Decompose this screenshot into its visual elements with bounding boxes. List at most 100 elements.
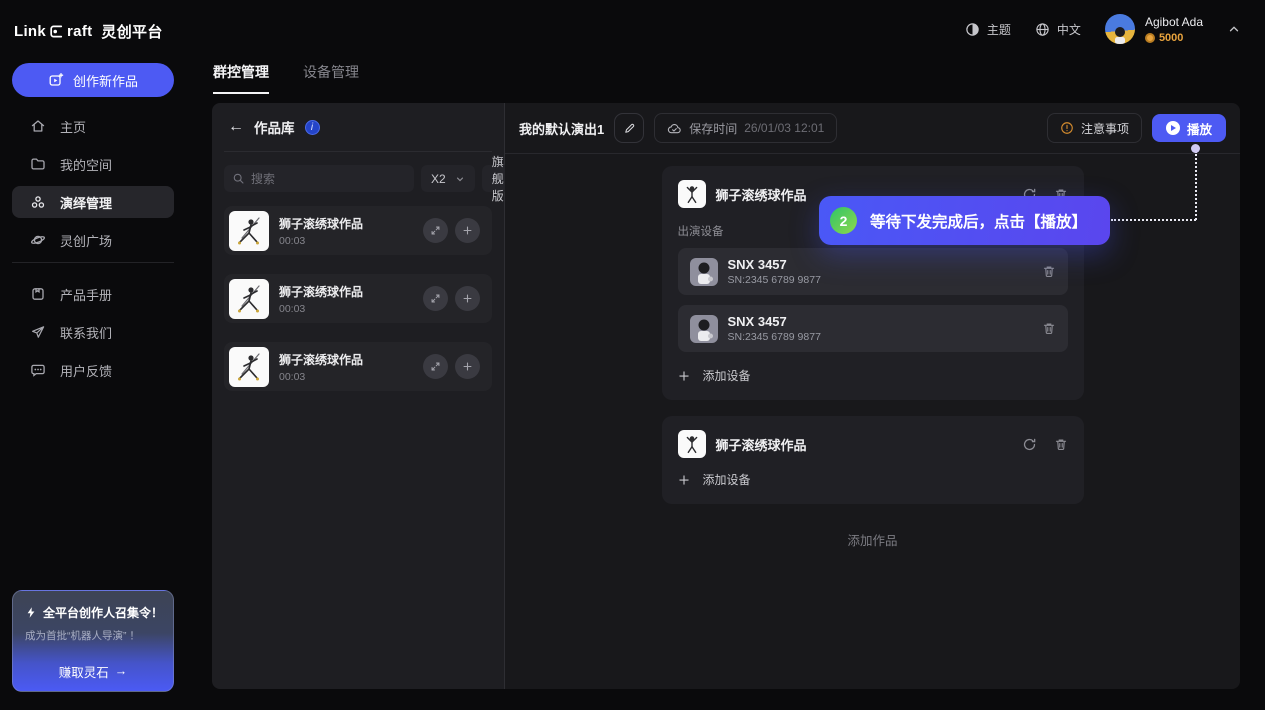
theme-toggle[interactable]: 主题 (965, 21, 1011, 38)
stage-header-divider (505, 153, 1240, 154)
main-panel: ← 作品库 i X2 (212, 103, 1240, 689)
play-label: 播放 (1187, 119, 1212, 138)
play-button[interactable]: 播放 (1152, 114, 1226, 142)
sidebar-item-performance-management[interactable]: 演绎管理 (12, 186, 174, 218)
chevron-down-icon (455, 174, 465, 184)
plus-icon (678, 370, 690, 382)
bolt-icon (25, 606, 37, 619)
device-serial: SN:2345 6789 9877 (728, 331, 821, 343)
notice-button[interactable]: 注意事项 (1047, 113, 1142, 143)
edit-title-button[interactable] (614, 113, 644, 143)
show-title: 我的默认演出1 (519, 119, 604, 138)
tab-group-control[interactable]: 群控管理 (213, 62, 269, 94)
earn-gems-label: 赚取灵石 (59, 662, 109, 681)
device-avatar (690, 258, 718, 286)
library-panel: ← 作品库 i X2 (212, 103, 505, 689)
sidebar-item-my-space[interactable]: 我的空间 (12, 148, 174, 180)
create-work-button[interactable]: 创作新作品 (12, 63, 174, 97)
sidebar-item-home[interactable]: 主页 (12, 110, 174, 142)
work-title: 狮子滚绣球作品 (279, 351, 363, 368)
expand-button[interactable] (423, 354, 448, 379)
library-item[interactable]: 狮子滚绣球作品 00:03 (224, 206, 492, 255)
play-icon (1166, 121, 1180, 135)
add-work-button[interactable]: 添加作品 (662, 530, 1084, 549)
main-tabs: 群控管理 设备管理 (213, 62, 359, 94)
work-duration: 00:03 (279, 303, 363, 315)
add-device-button[interactable]: 添加设备 (678, 471, 1068, 488)
device-row: SNX 3457 SN:2345 6789 9877 (678, 248, 1068, 295)
user-avatar[interactable] (1105, 14, 1135, 44)
language-switcher[interactable]: 中文 (1035, 21, 1081, 38)
sidebar-item-label: 主页 (60, 117, 86, 136)
plus-icon (678, 474, 690, 486)
paper-plane-icon (30, 324, 46, 340)
info-icon[interactable]: i (305, 120, 320, 135)
device-name: SNX 3457 (728, 257, 821, 272)
earn-gems-button[interactable]: 赚取灵石 → (13, 651, 173, 691)
work-title: 狮子滚绣球作品 (279, 283, 363, 300)
promo-card: 全平台创作人召集令！ 成为首批“机器人导演” ！ 赚取灵石 → (12, 590, 174, 692)
planet-icon (30, 232, 46, 248)
brand-platform: 灵创平台 (101, 21, 162, 42)
theme-label: 主题 (987, 21, 1011, 38)
theme-icon (965, 22, 980, 37)
add-device-button[interactable]: 添加设备 (678, 367, 1068, 384)
sidebar-item-contact[interactable]: 联系我们 (12, 316, 174, 348)
library-item[interactable]: 狮子滚绣球作品 00:03 (224, 342, 492, 391)
step-badge: 2 (830, 207, 857, 234)
work-thumbnail (229, 279, 269, 319)
search-box[interactable] (224, 165, 414, 192)
work-thumbnail (678, 180, 706, 208)
expand-button[interactable] (423, 218, 448, 243)
tooltip-text: 等待下发完成后，点击【播放】 (870, 210, 1087, 232)
chevron-up-icon[interactable] (1227, 22, 1241, 36)
library-title: 作品库 (254, 117, 295, 137)
expand-button[interactable] (423, 286, 448, 311)
library-item[interactable]: 狮子滚绣球作品 00:03 (224, 274, 492, 323)
sidebar-item-feedback[interactable]: 用户反馈 (12, 354, 174, 386)
work-thumbnail (229, 211, 269, 251)
brand-part2: raft (67, 23, 92, 40)
chat-bubble-icon (30, 362, 46, 378)
sidebar-item-plaza[interactable]: 灵创广场 (12, 224, 174, 256)
add-device-label: 添加设备 (703, 367, 751, 384)
library-divider (224, 151, 492, 152)
refresh-icon[interactable] (1022, 437, 1037, 452)
device-row: SNX 3457 SN:2345 6789 9877 (678, 305, 1068, 352)
trash-icon[interactable] (1042, 264, 1056, 279)
edition-value: 旗舰版 (492, 153, 504, 204)
user-info: Agibot Ada 5000 (1145, 15, 1203, 44)
device-name: SNX 3457 (728, 314, 821, 329)
sidebar-divider (12, 262, 174, 263)
back-button[interactable]: ← (228, 119, 244, 135)
notice-label: 注意事项 (1081, 120, 1129, 137)
sidebar-item-manual[interactable]: 产品手册 (12, 278, 174, 310)
home-icon (30, 118, 46, 134)
folder-icon (30, 156, 46, 172)
speed-select[interactable]: X2 (421, 165, 475, 192)
create-work-label: 创作新作品 (73, 71, 138, 90)
topbar-right: 主题 中文 Agibot Ada 5000 (965, 0, 1241, 58)
trash-icon[interactable] (1054, 437, 1068, 452)
sidebar-item-label: 演绎管理 (60, 193, 112, 212)
sidebar: Link raft 灵创平台 创作新作品 (0, 0, 186, 710)
book-icon (30, 286, 46, 302)
add-to-show-button[interactable] (455, 218, 480, 243)
sidebar-item-label: 灵创广场 (60, 231, 112, 250)
tooltip-connector-horizontal (1111, 219, 1196, 221)
add-to-show-button[interactable] (455, 286, 480, 311)
tab-device-management[interactable]: 设备管理 (303, 62, 359, 94)
add-to-show-button[interactable] (455, 354, 480, 379)
work-title: 狮子滚绣球作品 (279, 215, 363, 232)
device-serial: SN:2345 6789 9877 (728, 274, 821, 286)
save-time-label: 保存时间 (689, 120, 737, 137)
search-input[interactable] (251, 172, 406, 186)
app-root: Link raft 灵创平台 创作新作品 (0, 0, 1265, 710)
coin-icon (1145, 33, 1155, 43)
add-device-label: 添加设备 (703, 471, 751, 488)
work-thumbnail (229, 347, 269, 387)
trash-icon[interactable] (1042, 321, 1056, 336)
work-thumbnail (678, 430, 706, 458)
tooltip-connector-vertical (1195, 151, 1197, 220)
promo-headline: 全平台创作人召集令！ (43, 604, 163, 621)
